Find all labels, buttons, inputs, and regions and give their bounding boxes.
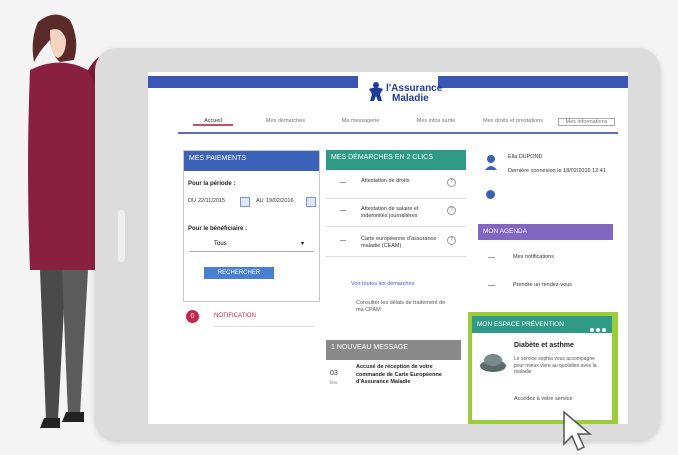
message-month: févr.	[330, 380, 339, 385]
main-nav: Accueil Mes démarches Ma messagerie Mes …	[178, 114, 618, 134]
beneficiary-value: Tous	[214, 241, 227, 247]
user-name: Ella DUPOND	[508, 154, 543, 160]
notification-label: NOTIFICATION	[214, 313, 256, 319]
demarche-item[interactable]: Attestation de droits ?	[326, 172, 466, 199]
tab-mes-infos-sante[interactable]: Mes infos santé	[406, 118, 466, 124]
tab-mes-droits[interactable]: Mes droits et prestations	[478, 118, 548, 124]
new-message-title: 1 NOUVEAU MESSAGE	[326, 340, 461, 360]
assurance-maladie-logo-icon	[369, 82, 383, 101]
demarche-label: Attestation de salaire et indemnités jou…	[361, 206, 419, 219]
demarches-panel: MES DÉMARCHES EN 2 CLICS Attestation de …	[326, 150, 466, 320]
demarche-item[interactable]: Attestation de salaire et indemnités jou…	[326, 200, 466, 227]
dash-icon	[340, 210, 346, 211]
beneficiary-select[interactable]: Tous ▾	[189, 239, 314, 252]
dash-icon	[488, 285, 495, 286]
more-dots-icon[interactable]	[588, 322, 606, 339]
tab-ma-messagerie[interactable]: Ma messagerie	[333, 118, 388, 124]
last-login: Dernière connexion le 18/02/2016 12:41	[508, 168, 606, 174]
new-message-panel[interactable]: 1 NOUVEAU MESSAGE 03 févr. Accusé de réc…	[326, 340, 461, 424]
to-date[interactable]: 19/02/2016	[266, 198, 294, 204]
message-day: 03	[330, 370, 338, 377]
notification-count: 0	[186, 310, 199, 323]
tab-mes-informations[interactable]: Mes informations	[558, 118, 615, 126]
prevention-header: MON ESPACE PRÉVENTION	[472, 316, 612, 333]
prevention-panel[interactable]: MON ESPACE PRÉVENTION Diabète et asthme …	[472, 316, 612, 420]
message-text: Accusé de réception de votre commande de…	[356, 364, 442, 385]
header-bar-left	[148, 76, 358, 88]
settings-icon[interactable]	[486, 190, 495, 199]
prevention-subject: Diabète et asthme	[514, 342, 574, 349]
stethoscope-icon	[480, 354, 506, 372]
search-button[interactable]: RECHERCHER	[204, 267, 274, 279]
calendar-icon[interactable]	[306, 197, 316, 207]
help-icon[interactable]: ?	[447, 178, 456, 187]
agenda-item[interactable]: Mes notifications	[513, 254, 554, 260]
from-prefix: DU	[188, 198, 196, 204]
cursor-icon	[563, 410, 593, 452]
paiements-title: MES PAIEMENTS	[184, 151, 319, 171]
demarche-label: Carte européenne d'assurance maladie (CE…	[361, 236, 437, 249]
beneficiary-label: Pour le bénéficiaire :	[188, 226, 248, 232]
to-prefix: AU	[256, 198, 264, 204]
dash-icon	[340, 240, 346, 241]
divider	[214, 326, 314, 327]
header-bar-right	[438, 76, 628, 88]
chevron-down-icon: ▾	[300, 241, 304, 247]
brand-line2: Maladie	[392, 93, 429, 104]
help-icon[interactable]: ?	[447, 236, 456, 245]
agenda-title: MON AGENDA	[478, 224, 613, 240]
dash-icon	[340, 182, 346, 183]
tab-accueil[interactable]: Accueil	[193, 118, 233, 126]
from-date[interactable]: 22/11/2015	[198, 198, 225, 204]
prevention-link[interactable]: Accédez à votre service	[514, 396, 572, 402]
all-demarches-link[interactable]: Voir toutes les démarches	[351, 281, 414, 287]
demarche-label: Attestation de droits	[361, 178, 410, 184]
prevention-title: MON ESPACE PRÉVENTION	[477, 321, 564, 328]
tablet-home-button	[118, 210, 125, 262]
demarches-title: MES DÉMARCHES EN 2 CLICS	[326, 150, 466, 170]
agenda-item[interactable]: Prendre un rendez-vous	[513, 282, 572, 288]
demarche-item[interactable]: Carte européenne d'assurance maladie (CE…	[326, 230, 466, 257]
delay-link[interactable]: Consulter les délais de traitement de ma…	[356, 300, 451, 314]
paiements-panel: MES PAIEMENTS Pour la période : DU 22/11…	[183, 150, 320, 302]
brand-logo[interactable]: l'Assurance Maladie	[360, 74, 442, 112]
dash-icon	[488, 257, 495, 258]
notification[interactable]: 0 NOTIFICATION	[186, 310, 316, 330]
prevention-description: Le service sophia vous accompagne pour m…	[514, 356, 597, 375]
calendar-icon[interactable]	[240, 197, 250, 207]
tab-mes-demarches[interactable]: Mes démarches	[258, 118, 313, 124]
period-label: Pour la période :	[188, 181, 236, 187]
user-icon	[485, 155, 497, 170]
help-icon[interactable]: ?	[447, 206, 456, 215]
